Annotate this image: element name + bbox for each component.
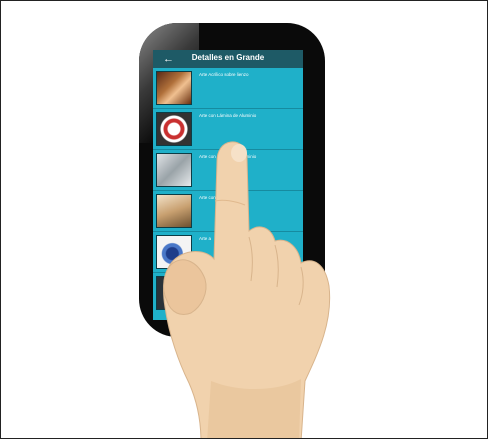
illustration-frame: ← Detalles en Grande Arte Acrílico sobre… bbox=[0, 0, 488, 439]
hand-illustration bbox=[163, 141, 331, 438]
fingernail bbox=[231, 144, 247, 162]
